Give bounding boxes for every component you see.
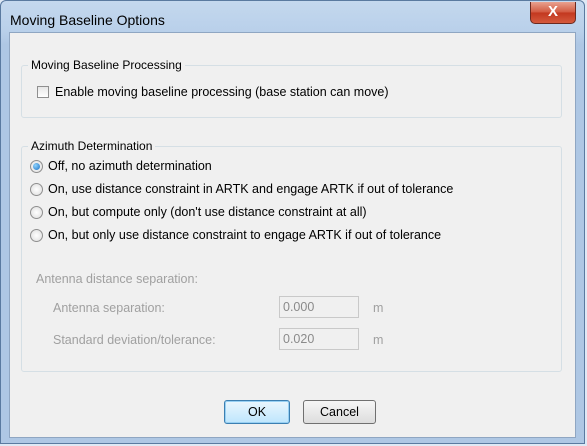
dialog-window: Moving Baseline Options X Moving Baselin…: [0, 0, 585, 444]
antenna-distance-heading: Antenna distance separation:: [36, 272, 198, 286]
azimuth-option-engage-only[interactable]: On, but only use distance constraint to …: [30, 228, 441, 242]
enable-moving-baseline-checkbox[interactable]: Enable moving baseline processing (base …: [37, 85, 389, 99]
cancel-button[interactable]: Cancel: [303, 400, 376, 424]
ok-button[interactable]: OK: [224, 400, 290, 424]
std-dev-label: Standard deviation/tolerance:: [53, 333, 216, 347]
radio-checked[interactable]: [30, 159, 43, 173]
azimuth-option-label: On, but only use distance constraint to …: [48, 228, 442, 242]
azimuth-option-off[interactable]: Off, no azimuth determination: [30, 159, 212, 173]
antenna-separation-label: Antenna separation:: [53, 301, 165, 315]
close-button[interactable]: X: [530, 2, 576, 24]
azimuth-option-label: Off, no azimuth determination: [48, 159, 212, 173]
radio-unchecked[interactable]: [30, 228, 43, 242]
azimuth-legend: Azimuth Determination: [28, 139, 156, 153]
azimuth-option-label: On, use distance constraint in ARTK and …: [48, 182, 454, 196]
radio-unchecked[interactable]: [30, 182, 43, 196]
azimuth-option-label: On, but compute only (don't use distance…: [48, 205, 367, 219]
radio-unchecked[interactable]: [30, 205, 43, 219]
checkbox-box[interactable]: [37, 86, 49, 98]
std-dev-unit: m: [373, 333, 384, 347]
moving-baseline-group: Moving Baseline Processing Enable moving…: [21, 58, 562, 118]
dialog-body: Moving Baseline Processing Enable moving…: [9, 32, 576, 438]
azimuth-option-artk-engage[interactable]: On, use distance constraint in ARTK and …: [30, 182, 453, 196]
antenna-separation-input[interactable]: 0.000: [279, 296, 359, 318]
azimuth-option-compute-only[interactable]: On, but compute only (don't use distance…: [30, 205, 367, 219]
close-icon: X: [547, 3, 558, 20]
window-title: Moving Baseline Options: [10, 12, 165, 28]
moving-baseline-legend: Moving Baseline Processing: [28, 58, 185, 72]
std-dev-input[interactable]: 0.020: [279, 328, 359, 350]
antenna-separation-unit: m: [373, 301, 384, 315]
azimuth-group: Azimuth Determination Off, no azimuth de…: [21, 139, 562, 372]
enable-moving-baseline-label: Enable moving baseline processing (base …: [55, 85, 389, 99]
